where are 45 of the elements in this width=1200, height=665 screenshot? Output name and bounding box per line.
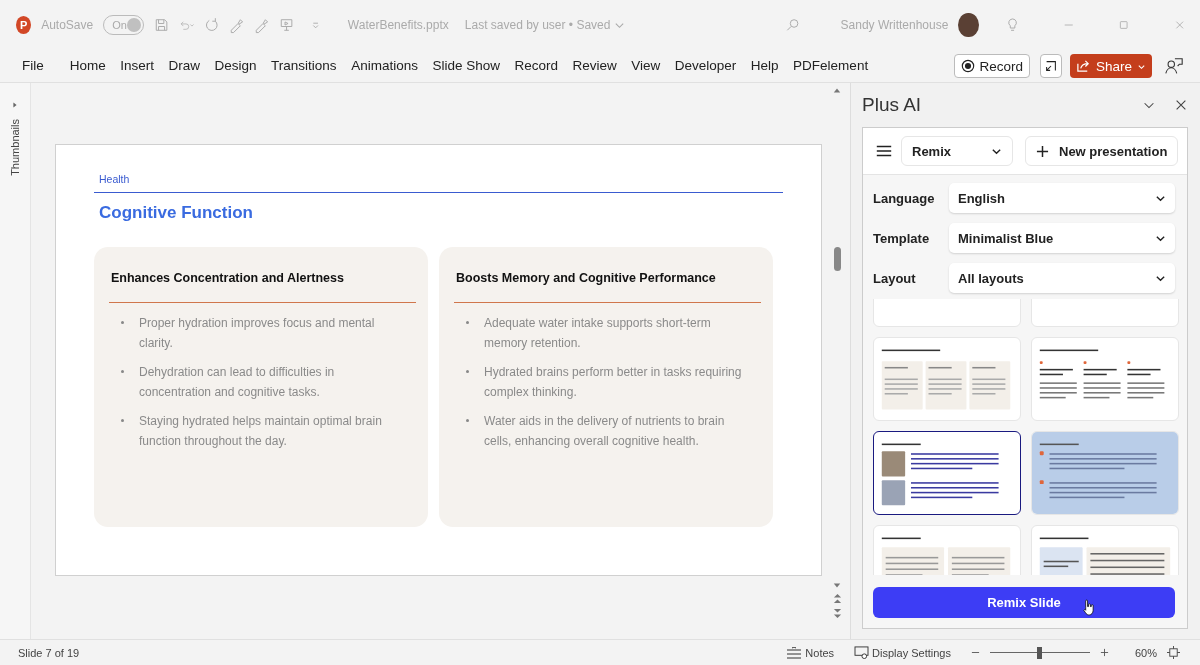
share-button[interactable]: Share [1069, 54, 1152, 78]
ribbon-tab[interactable]: Insert [120, 53, 155, 79]
app-logo-icon: P [16, 16, 32, 34]
ribbon-tab[interactable]: Review [572, 53, 617, 79]
new-presentation-button[interactable]: New presentation [1025, 136, 1179, 166]
ribbon-tab[interactable]: Design [214, 53, 257, 79]
ribbon-tab[interactable]: Draw [168, 53, 201, 79]
dropdown-field[interactable]: Minimalist Blue [949, 223, 1175, 253]
ribbon-tab[interactable]: Transitions [271, 53, 337, 79]
bullet-text: Staying hydrated helps maintain optimal brain function throughout the day. [139, 413, 383, 450]
ribbon-tab[interactable]: Slide Show [432, 53, 500, 79]
ribbon-tab[interactable]: Developer [674, 53, 737, 79]
bullet-text: Adequate water intake supports short-term memory retention. [484, 315, 712, 352]
card-heading: Enhances Concentration and Alertness [111, 271, 345, 285]
bullet-text: Dehydration can lead to difficulties in concentration and cognitive tasks. [139, 364, 336, 401]
dropdown-field[interactable]: All layouts [949, 263, 1175, 293]
bullet-text: Water aids in the delivery of nutrients to brain cells, enhancing overall cognitive health. [484, 413, 726, 450]
ribbon-tab[interactable]: View [631, 53, 661, 79]
ribbon-tab[interactable]: File [22, 53, 44, 79]
ribbon-tab[interactable]: Help [750, 53, 779, 79]
slide-title: Cognitive Function [99, 203, 254, 223]
dropdown-field[interactable]: English [949, 183, 1175, 213]
ribbon-tab[interactable]: Home [69, 53, 106, 79]
record-button[interactable]: Record [954, 54, 1030, 78]
bullet-text: Proper hydration improves focus and mental clarity. [139, 315, 376, 352]
bullet-text: Hydrated brains perform better in tasks requiring complex thinking. [484, 364, 743, 401]
user-name: Sandy Writtenhouse [840, 18, 949, 32]
file-name: WaterBenefits.pptx [347, 18, 449, 32]
display-settings-button[interactable]: Display Settings [854, 646, 951, 659]
field-label: Layout [873, 270, 917, 286]
ribbon-tab[interactable]: Record [514, 53, 558, 79]
mode-dropdown[interactable]: Remix [901, 136, 1013, 166]
remix-slide-button[interactable]: Remix Slide [873, 587, 1175, 618]
field-label: Template [873, 230, 931, 246]
autosave-label: AutoSave [41, 18, 94, 32]
section-label: Health [99, 173, 131, 185]
card-heading: Boosts Memory and Cognitive Performance [456, 271, 717, 285]
slide-counter: Slide 7 of 19 [18, 646, 80, 659]
field-label: Language [873, 190, 936, 206]
thumbnails-label[interactable]: Thumbnails [9, 119, 21, 176]
ribbon-tab[interactable]: Animations [351, 53, 418, 79]
ribbon-tab[interactable]: PDFelement [793, 53, 869, 79]
panel-title: Plus AI [862, 94, 923, 116]
notes-button[interactable]: Notes [786, 646, 835, 659]
zoom-percent[interactable]: 60% [1134, 646, 1157, 659]
